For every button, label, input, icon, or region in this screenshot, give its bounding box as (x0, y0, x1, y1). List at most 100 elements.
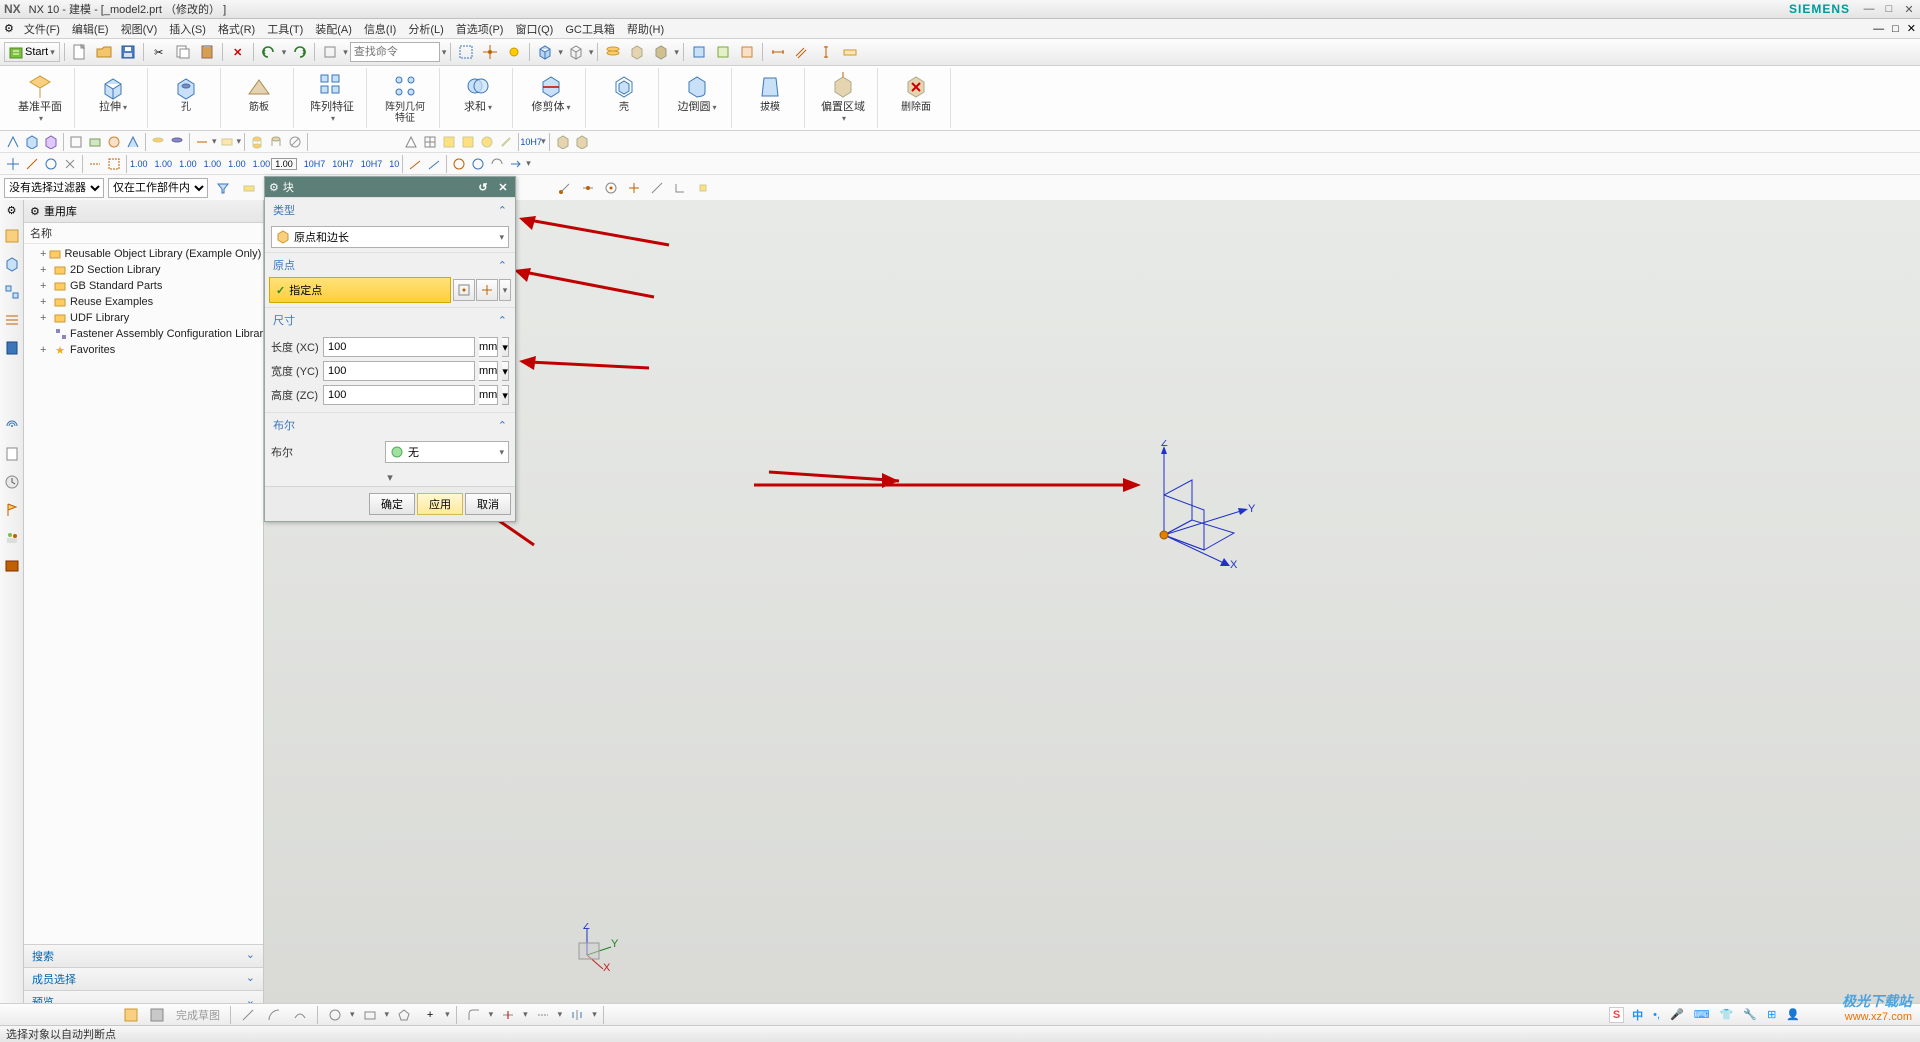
width-input[interactable] (323, 361, 475, 381)
snap-cross-icon[interactable] (623, 177, 645, 199)
extrude-button[interactable]: 拉伸▾ (87, 70, 139, 115)
hole-button[interactable]: 孔 (160, 70, 212, 115)
collapse-icon[interactable]: ⌃ (498, 314, 507, 327)
menu-analysis[interactable]: 分析(L) (402, 20, 449, 38)
box-icon[interactable] (534, 41, 556, 63)
delete-icon[interactable]: ✕ (227, 41, 249, 63)
cut-icon[interactable]: ✂ (148, 41, 170, 63)
list-item[interactable]: +Reusable Object Library (Example Only) (28, 246, 259, 262)
snap-perp-icon[interactable] (669, 177, 691, 199)
type-select[interactable]: 原点和边长 ▾ (271, 226, 509, 248)
menu-help[interactable]: 帮助(H) (621, 20, 670, 38)
panel-member-row[interactable]: 成员选择⌄ (24, 967, 263, 990)
poly-icon[interactable] (393, 1004, 415, 1026)
gear-icon[interactable]: ⚙ (4, 22, 14, 35)
dialog-close-icon[interactable]: ✕ (495, 179, 511, 195)
view-a-icon[interactable] (67, 133, 85, 151)
delete-face-button[interactable]: 删除面 (890, 70, 942, 115)
mirror-icon[interactable] (566, 1004, 588, 1026)
gear-icon[interactable]: ⚙ (30, 205, 40, 218)
nav-part-icon[interactable] (3, 255, 21, 273)
ime-mic-icon[interactable]: 🎤 (1670, 1008, 1684, 1021)
sketch-b-icon[interactable] (146, 1004, 168, 1026)
menu-preferences[interactable]: 首选项(P) (450, 20, 510, 38)
tan-a-icon[interactable] (553, 133, 571, 151)
layer-b-icon[interactable] (168, 133, 186, 151)
layer-icon[interactable] (602, 41, 624, 63)
menu-edit[interactable]: 编辑(E) (66, 20, 115, 38)
copy-icon[interactable] (172, 41, 194, 63)
undo-dropdown[interactable]: ▾ (282, 47, 287, 58)
yellow-b-icon[interactable] (459, 133, 477, 151)
point-dropdown[interactable]: ▾ (499, 279, 511, 301)
highlight-icon[interactable] (503, 41, 525, 63)
redo-icon[interactable] (288, 41, 310, 63)
axis-d-icon[interactable] (61, 155, 79, 173)
ime-grid-icon[interactable]: ⊞ (1767, 1008, 1776, 1021)
nav-hist-icon[interactable] (3, 311, 21, 329)
length-input[interactable] (323, 337, 475, 357)
gear-icon[interactable]: ⚙ (7, 204, 17, 217)
library-tree[interactable]: +Reusable Object Library (Example Only) … (24, 244, 263, 944)
rib-button[interactable]: 筋板 (233, 70, 285, 115)
rect-icon[interactable] (359, 1004, 381, 1026)
trim-button[interactable]: 修剪体▾ (525, 70, 577, 115)
new-icon[interactable] (69, 41, 91, 63)
menu-file[interactable]: 文件(F) (18, 20, 66, 38)
chevron-down-icon[interactable]: ▾ (499, 232, 504, 243)
plus-icon[interactable]: + (419, 1004, 441, 1026)
angle-a-icon[interactable] (406, 155, 424, 173)
start-icon[interactable]: Start ▾ (4, 42, 60, 62)
spline-icon[interactable] (289, 1004, 311, 1026)
layer-a-icon[interactable] (149, 133, 167, 151)
filter-b-icon[interactable] (238, 177, 260, 199)
axis-b-icon[interactable] (23, 155, 41, 173)
dialog-reset-icon[interactable]: ↺ (475, 179, 491, 195)
ime-keyboard-icon[interactable]: ⌨ (1694, 1008, 1710, 1021)
specify-point-row[interactable]: ✓ 指定点 (269, 277, 451, 303)
dialog-titlebar[interactable]: ⚙ 块 ↺ ✕ (265, 177, 515, 197)
sum-button[interactable]: 求和▾ (452, 70, 504, 115)
tri-a-icon[interactable] (402, 133, 420, 151)
show-more-toggle[interactable]: ▾ (265, 469, 515, 486)
nav-people-icon[interactable] (3, 529, 21, 547)
menu-insert[interactable]: 插入(S) (163, 20, 212, 38)
dash-a-icon[interactable] (86, 155, 104, 173)
open-icon[interactable] (93, 41, 115, 63)
snap-move-icon[interactable] (479, 41, 501, 63)
list-item[interactable]: +UDF Library (28, 310, 259, 326)
measure-b-icon[interactable] (218, 133, 236, 151)
fillet-icon[interactable] (463, 1004, 485, 1026)
snap-node-icon[interactable] (692, 177, 714, 199)
nav-doc-icon[interactable] (3, 445, 21, 463)
collapse-icon[interactable]: ⌃ (498, 204, 507, 217)
cylinder-icon[interactable] (248, 133, 266, 151)
trim-sk-icon[interactable] (497, 1004, 519, 1026)
box-b-icon[interactable] (42, 133, 60, 151)
chevron-down-icon[interactable]: ▾ (502, 361, 509, 381)
ime-toolbox-icon[interactable]: 🔧 (1743, 1008, 1757, 1021)
nav-broadcast-icon[interactable] (3, 417, 21, 435)
extent-icon[interactable] (455, 41, 477, 63)
gear-icon[interactable]: ⚙ (269, 181, 279, 194)
ime-punct-icon[interactable]: •, (1653, 1009, 1660, 1021)
nav-assy-icon[interactable] (3, 283, 21, 301)
nav-book-icon[interactable] (3, 339, 21, 357)
box2-icon[interactable] (626, 41, 648, 63)
chamfer-button[interactable]: 边倒圆▾ (671, 70, 723, 115)
ime-icon[interactable]: S (1609, 1007, 1624, 1023)
circle-icon[interactable] (324, 1004, 346, 1026)
save-icon[interactable] (117, 41, 139, 63)
line-icon[interactable] (237, 1004, 259, 1026)
chevron-down-icon[interactable]: ▾ (499, 447, 504, 458)
paste-icon[interactable] (196, 41, 218, 63)
arrow-r-icon[interactable] (507, 155, 525, 173)
circ-b-icon[interactable] (469, 155, 487, 173)
menu-info[interactable]: 信息(I) (358, 20, 402, 38)
view-b-icon[interactable] (86, 133, 104, 151)
snap-mid-icon[interactable] (577, 177, 599, 199)
list-item[interactable]: Fastener Assembly Configuration Library (28, 326, 259, 342)
list-item[interactable]: +★Favorites (28, 342, 259, 358)
box-a-icon[interactable] (23, 133, 41, 151)
cylinder2-icon[interactable] (267, 133, 285, 151)
